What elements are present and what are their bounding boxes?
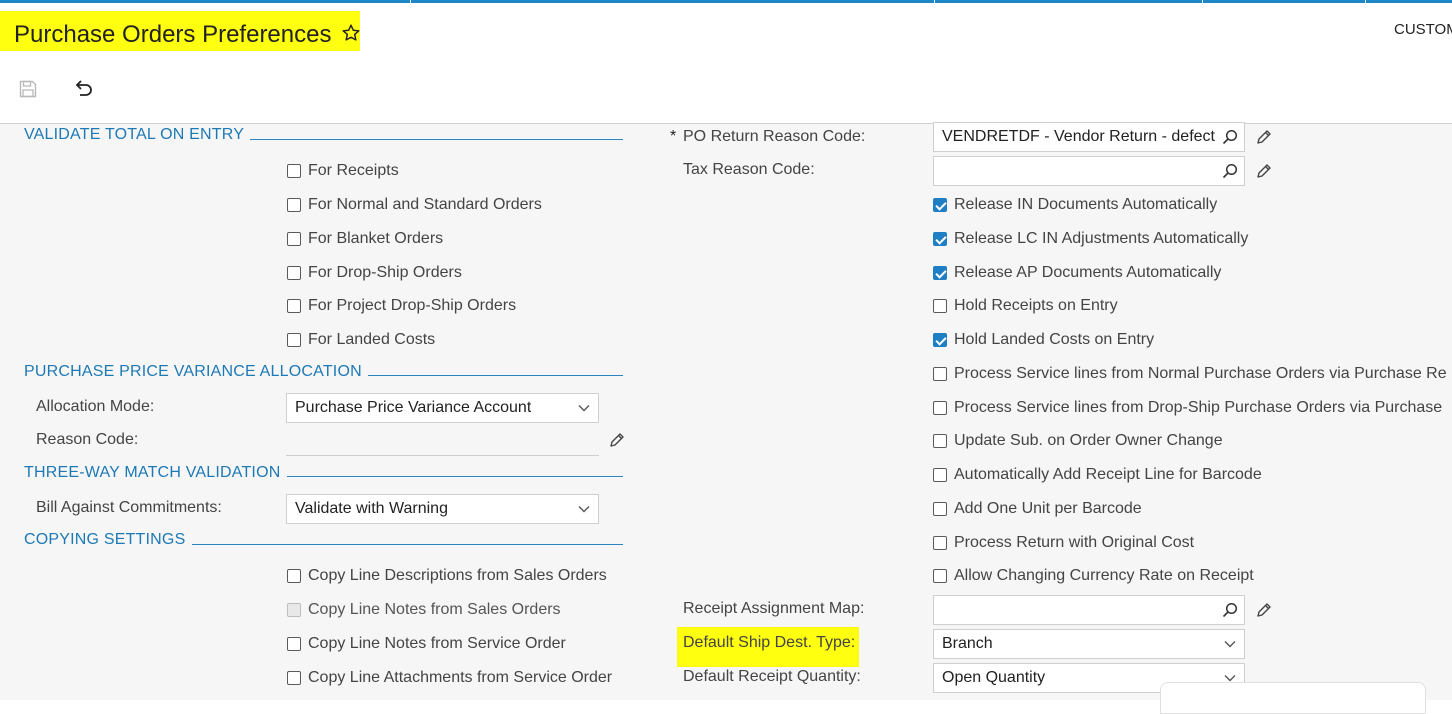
customization-menu[interactable]: CUSTOM bbox=[1394, 21, 1452, 38]
checkbox-hold-receipts[interactable]: Hold Receipts on Entry bbox=[933, 296, 1118, 316]
checkbox-add-one-unit[interactable]: Add One Unit per Barcode bbox=[933, 499, 1142, 519]
pencil-icon[interactable] bbox=[1255, 162, 1273, 180]
star-icon[interactable] bbox=[340, 22, 362, 44]
checkbox-box[interactable] bbox=[933, 232, 947, 246]
bill-against-commitments-value: Validate with Warning bbox=[295, 500, 448, 517]
checkbox-copy-line-notes-service[interactable]: Copy Line Notes from Service Order bbox=[287, 634, 566, 654]
receipt-assignment-map-label: Receipt Assignment Map: bbox=[683, 600, 865, 617]
checkbox-box[interactable] bbox=[933, 367, 947, 381]
checkbox-box[interactable] bbox=[933, 569, 947, 583]
section-three-way-match: THREE-WAY MATCH VALIDATION bbox=[24, 464, 281, 481]
po-return-reason-code-label: PO Return Reason Code: bbox=[683, 128, 866, 145]
checkbox-box bbox=[287, 603, 301, 617]
section-ppv-allocation: PURCHASE PRICE VARIANCE ALLOCATION bbox=[24, 363, 362, 380]
checkbox-box[interactable] bbox=[933, 536, 947, 550]
checkbox-box[interactable] bbox=[933, 299, 947, 313]
checkbox-process-return-original-cost[interactable]: Process Return with Original Cost bbox=[933, 533, 1194, 553]
tax-reason-code-label: Tax Reason Code: bbox=[683, 161, 815, 178]
checkbox-release-ap-documents[interactable]: Release AP Documents Automatically bbox=[933, 263, 1221, 283]
tax-reason-code-input[interactable] bbox=[933, 156, 1245, 186]
checkbox-allow-changing-currency[interactable]: Allow Changing Currency Rate on Receipt bbox=[933, 566, 1254, 586]
checkbox-box[interactable] bbox=[933, 333, 947, 347]
chevron-down-icon bbox=[578, 506, 590, 513]
section-divider bbox=[368, 375, 623, 376]
section-divider bbox=[287, 476, 623, 477]
po-return-reason-code-value: VENDRETDF - Vendor Return - defect bbox=[942, 128, 1215, 145]
default-ship-dest-type-label: Default Ship Dest. Type: bbox=[683, 634, 856, 651]
default-ship-dest-type-select[interactable]: Branch bbox=[933, 629, 1245, 659]
checkbox-box[interactable] bbox=[287, 299, 301, 313]
required-marker: * bbox=[670, 128, 677, 145]
checkbox-process-service-dropship[interactable]: Process Service lines from Drop-Ship Pur… bbox=[933, 398, 1442, 418]
reason-code-label: Reason Code: bbox=[36, 431, 139, 448]
bill-against-commitments-select[interactable]: Validate with Warning bbox=[286, 494, 599, 524]
checkbox-process-service-normal[interactable]: Process Service lines from Normal Purcha… bbox=[933, 364, 1447, 384]
checkbox-box[interactable] bbox=[287, 333, 301, 347]
allocation-mode-label: Allocation Mode: bbox=[36, 398, 155, 415]
chevron-down-icon bbox=[1224, 641, 1236, 648]
default-receipt-quantity-label: Default Receipt Quantity: bbox=[683, 668, 861, 685]
chevron-down-icon bbox=[578, 405, 590, 412]
checkbox-copy-line-notes-sales: Copy Line Notes from Sales Orders bbox=[287, 600, 561, 620]
checkbox-box[interactable] bbox=[933, 468, 947, 482]
floating-panel-edge bbox=[1160, 682, 1426, 714]
allocation-mode-select[interactable]: Purchase Price Variance Account bbox=[286, 393, 599, 423]
checkbox-box[interactable] bbox=[933, 502, 947, 516]
section-divider bbox=[192, 544, 623, 545]
chevron-down-icon bbox=[1224, 675, 1236, 682]
checkbox-landed-costs[interactable]: For Landed Costs bbox=[287, 330, 435, 350]
top-accent-bar bbox=[0, 0, 1452, 3]
pencil-icon[interactable] bbox=[1255, 601, 1273, 619]
search-icon[interactable] bbox=[1222, 163, 1238, 179]
checkbox-copy-line-attachments-service[interactable]: Copy Line Attachments from Service Order bbox=[287, 668, 612, 688]
checkbox-box[interactable] bbox=[287, 671, 301, 685]
checkbox-blanket-orders[interactable]: For Blanket Orders bbox=[287, 229, 443, 249]
pencil-icon[interactable] bbox=[608, 431, 626, 449]
checkbox-copy-line-descriptions-sales[interactable]: Copy Line Descriptions from Sales Orders bbox=[287, 566, 607, 586]
section-validate-total: VALIDATE TOTAL ON ENTRY bbox=[24, 126, 245, 143]
checkbox-box[interactable] bbox=[287, 232, 301, 246]
receipt-assignment-map-input[interactable] bbox=[933, 595, 1245, 625]
checkbox-hold-landed-costs[interactable]: Hold Landed Costs on Entry bbox=[933, 330, 1154, 350]
default-receipt-quantity-value: Open Quantity bbox=[942, 669, 1046, 686]
po-return-reason-code-input[interactable]: VENDRETDF - Vendor Return - defect bbox=[933, 122, 1245, 152]
section-copying-settings: COPYING SETTINGS bbox=[24, 531, 186, 548]
checkbox-for-receipts[interactable]: For Receipts bbox=[287, 161, 399, 181]
checkbox-update-sub[interactable]: Update Sub. on Order Owner Change bbox=[933, 431, 1223, 451]
checkbox-project-drop-ship-orders[interactable]: For Project Drop-Ship Orders bbox=[287, 296, 516, 316]
checkbox-box[interactable] bbox=[933, 434, 947, 448]
checkbox-box[interactable] bbox=[287, 198, 301, 212]
checkbox-normal-standard-orders[interactable]: For Normal and Standard Orders bbox=[287, 195, 542, 215]
checkbox-box[interactable] bbox=[287, 569, 301, 583]
checkbox-box[interactable] bbox=[287, 637, 301, 651]
search-icon[interactable] bbox=[1222, 129, 1238, 145]
bill-against-commitments-label: Bill Against Commitments: bbox=[36, 499, 222, 516]
checkbox-auto-add-receipt-line[interactable]: Automatically Add Receipt Line for Barco… bbox=[933, 465, 1262, 485]
checkbox-drop-ship-orders[interactable]: For Drop-Ship Orders bbox=[287, 263, 462, 283]
pencil-icon[interactable] bbox=[1255, 128, 1273, 146]
default-ship-dest-type-value: Branch bbox=[942, 635, 993, 652]
checkbox-box[interactable] bbox=[933, 198, 947, 212]
checkbox-box[interactable] bbox=[287, 164, 301, 178]
checkbox-release-lc-in-adjustments[interactable]: Release LC IN Adjustments Automatically bbox=[933, 229, 1248, 249]
undo-icon[interactable] bbox=[72, 79, 94, 99]
page-title: Purchase Orders Preferences bbox=[14, 21, 332, 48]
checkbox-box[interactable] bbox=[287, 266, 301, 280]
reason-code-field[interactable] bbox=[286, 455, 599, 456]
checkbox-box[interactable] bbox=[933, 266, 947, 280]
allocation-mode-value: Purchase Price Variance Account bbox=[295, 399, 532, 416]
search-icon[interactable] bbox=[1222, 602, 1238, 618]
save-icon[interactable] bbox=[18, 79, 38, 99]
checkbox-box[interactable] bbox=[933, 401, 947, 415]
checkbox-release-in-documents[interactable]: Release IN Documents Automatically bbox=[933, 195, 1217, 215]
section-divider bbox=[250, 139, 623, 140]
